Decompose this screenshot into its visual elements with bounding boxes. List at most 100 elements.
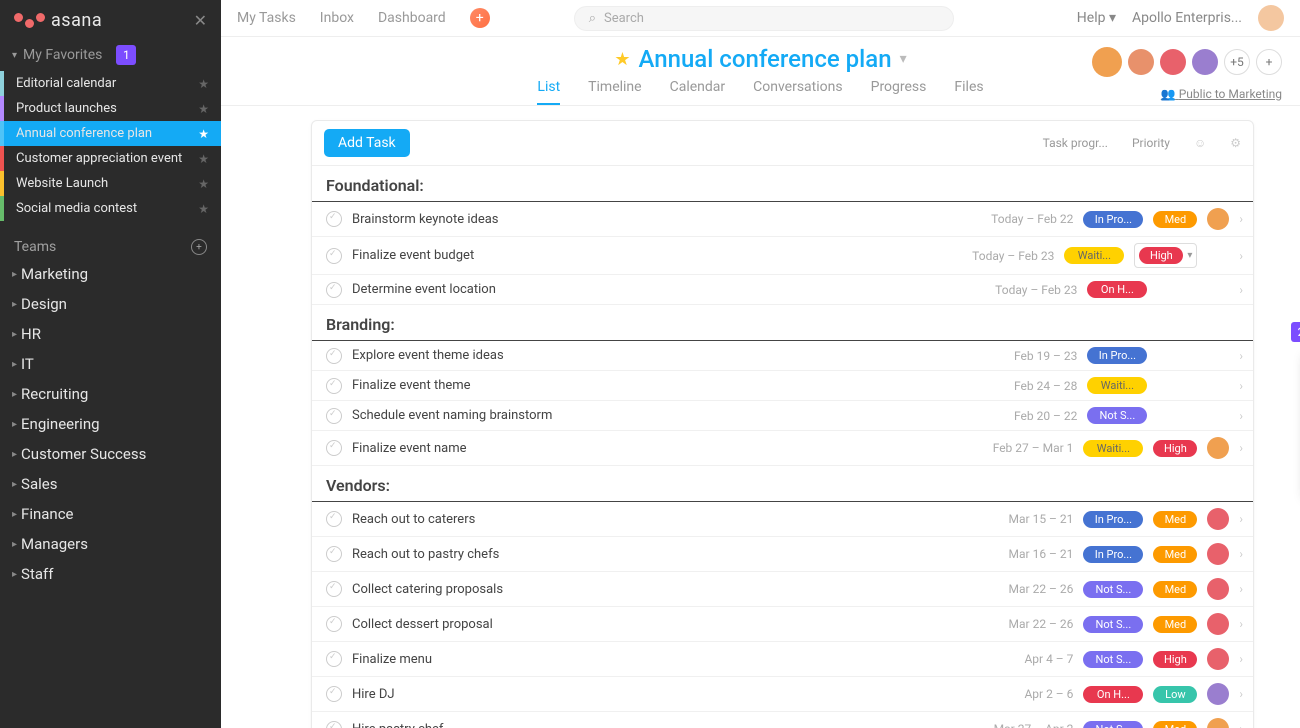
add-task-button[interactable]: Add Task [324, 129, 410, 157]
task-row[interactable]: Finalize event budgetToday – Feb 23Waiti… [312, 237, 1253, 275]
chevron-right-icon[interactable]: › [1239, 722, 1243, 728]
tab-conversations[interactable]: Conversations [753, 79, 842, 105]
task-row[interactable]: Collect catering proposalsMar 22 – 26Not… [312, 572, 1253, 607]
nav-dashboard[interactable]: Dashboard [378, 10, 446, 26]
section-title[interactable]: Foundational: [312, 166, 1253, 202]
progress-pill[interactable]: Not S... [1083, 651, 1143, 668]
priority-pill[interactable]: Low [1153, 686, 1197, 703]
sidebar-favorite-item[interactable]: Product launches★ [0, 96, 221, 121]
member-avatar[interactable] [1128, 49, 1154, 75]
person-icon[interactable]: ☺ [1194, 136, 1206, 150]
progress-pill[interactable]: Not S... [1083, 616, 1143, 633]
assignee-avatar[interactable] [1207, 648, 1229, 670]
progress-pill[interactable]: Waiti... [1087, 377, 1147, 394]
progress-pill[interactable]: In Pro... [1083, 511, 1143, 528]
progress-pill[interactable]: Not S... [1083, 581, 1143, 598]
complete-checkbox[interactable] [326, 440, 342, 456]
complete-checkbox[interactable] [326, 408, 342, 424]
task-row[interactable]: Collect dessert proposalMar 22 – 26Not S… [312, 607, 1253, 642]
priority-pill[interactable]: High [1153, 440, 1197, 457]
priority-pill[interactable]: Med [1153, 546, 1197, 563]
task-row[interactable]: Finalize event nameFeb 27 – Mar 1Waiti..… [312, 431, 1253, 466]
org-name[interactable]: Apollo Enterpris... [1132, 10, 1242, 26]
assignee-avatar[interactable] [1207, 578, 1229, 600]
assignee-avatar[interactable] [1207, 543, 1229, 565]
sidebar-favorite-item[interactable]: Editorial calendar★ [0, 71, 221, 96]
task-row[interactable]: Brainstorm keynote ideasToday – Feb 22In… [312, 202, 1253, 237]
complete-checkbox[interactable] [326, 721, 342, 728]
complete-checkbox[interactable] [326, 546, 342, 562]
chevron-right-icon[interactable]: › [1239, 212, 1243, 226]
quick-add-button[interactable]: + [470, 8, 490, 28]
complete-checkbox[interactable] [326, 211, 342, 227]
progress-pill[interactable]: Not S... [1087, 407, 1147, 424]
task-row[interactable]: Determine event locationToday – Feb 23On… [312, 275, 1253, 305]
member-avatar[interactable] [1192, 49, 1218, 75]
priority-pill[interactable]: Med [1153, 721, 1197, 728]
team-item[interactable]: ▸Marketing [0, 259, 221, 289]
search-input[interactable]: ⌕ Search [574, 6, 954, 31]
chevron-right-icon[interactable]: › [1239, 349, 1243, 363]
team-item[interactable]: ▸Staff [0, 559, 221, 589]
team-item[interactable]: ▸Engineering [0, 409, 221, 439]
progress-pill[interactable]: Waiti... [1083, 440, 1143, 457]
progress-pill[interactable]: In Pro... [1083, 546, 1143, 563]
assignee-avatar[interactable] [1207, 208, 1229, 230]
complete-checkbox[interactable] [326, 248, 342, 264]
chevron-right-icon[interactable]: › [1239, 582, 1243, 596]
chevron-right-icon[interactable]: › [1239, 409, 1243, 423]
chevron-right-icon[interactable]: › [1239, 617, 1243, 631]
task-row[interactable]: Explore event theme ideasFeb 19 – 23In P… [312, 341, 1253, 371]
complete-checkbox[interactable] [326, 616, 342, 632]
chevron-right-icon[interactable]: › [1239, 283, 1243, 297]
complete-checkbox[interactable] [326, 282, 342, 298]
priority-pill[interactable]: High [1153, 651, 1197, 668]
sidebar-favorite-item[interactable]: Website Launch★ [0, 171, 221, 196]
section-title[interactable]: Branding: [312, 305, 1253, 341]
star-icon[interactable]: ★ [198, 202, 209, 216]
star-icon[interactable]: ★ [198, 177, 209, 191]
priority-pill[interactable]: Med [1153, 616, 1197, 633]
tab-timeline[interactable]: Timeline [588, 79, 641, 105]
settings-icon[interactable]: ⚙ [1230, 136, 1241, 150]
nav-my-tasks[interactable]: My Tasks [237, 10, 296, 26]
priority-pill[interactable]: Med [1153, 581, 1197, 598]
assignee-avatar[interactable] [1207, 437, 1229, 459]
star-icon[interactable]: ★ [614, 49, 630, 70]
task-row[interactable]: Finalize event themeFeb 24 – 28Waiti...› [312, 371, 1253, 401]
assignee-avatar[interactable] [1207, 718, 1229, 728]
chevron-right-icon[interactable]: › [1239, 441, 1243, 455]
complete-checkbox[interactable] [326, 348, 342, 364]
priority-select[interactable]: High▾ [1134, 243, 1197, 268]
complete-checkbox[interactable] [326, 686, 342, 702]
team-item[interactable]: ▸Recruiting [0, 379, 221, 409]
progress-pill[interactable]: In Pro... [1087, 347, 1147, 364]
star-icon[interactable]: ★ [198, 152, 209, 166]
add-team-icon[interactable]: + [191, 239, 207, 255]
priority-pill[interactable]: Med [1153, 511, 1197, 528]
team-item[interactable]: ▸Sales [0, 469, 221, 499]
chevron-right-icon[interactable]: › [1239, 249, 1243, 263]
team-item[interactable]: ▸Customer Success [0, 439, 221, 469]
sidebar-favorite-item[interactable]: Annual conference plan★ [0, 121, 221, 146]
tab-progress[interactable]: Progress [871, 79, 927, 105]
task-row[interactable]: Reach out to caterersMar 15 – 21In Pro..… [312, 502, 1253, 537]
assignee-avatar[interactable] [1207, 613, 1229, 635]
complete-checkbox[interactable] [326, 511, 342, 527]
team-item[interactable]: ▸Design [0, 289, 221, 319]
star-icon[interactable]: ★ [198, 102, 209, 116]
favorites-header[interactable]: ▾ My Favorites 1 [0, 39, 221, 71]
chevron-right-icon[interactable]: › [1239, 547, 1243, 561]
chevron-right-icon[interactable]: › [1239, 512, 1243, 526]
task-row[interactable]: Hire DJApr 2 – 6On H...Low› [312, 677, 1253, 712]
complete-checkbox[interactable] [326, 378, 342, 394]
progress-pill[interactable]: On H... [1083, 686, 1143, 703]
assignee-avatar[interactable] [1207, 508, 1229, 530]
col-progress[interactable]: Task progr... [1043, 136, 1108, 150]
team-item[interactable]: ▸Managers [0, 529, 221, 559]
assignee-avatar[interactable] [1207, 683, 1229, 705]
close-icon[interactable]: ✕ [194, 11, 207, 30]
col-priority[interactable]: Priority [1132, 136, 1170, 150]
chevron-right-icon[interactable]: › [1239, 652, 1243, 666]
team-item[interactable]: ▸IT [0, 349, 221, 379]
